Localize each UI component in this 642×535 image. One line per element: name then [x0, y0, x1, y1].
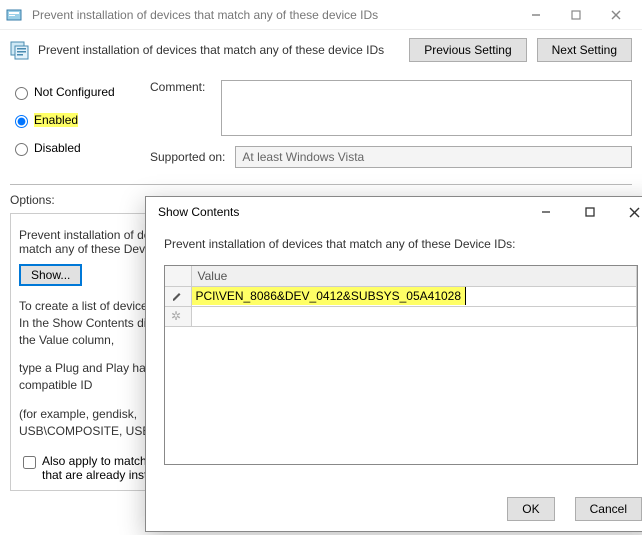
grid-cell-value-text: PCI\VEN_8086&DEV_0412&SUBSYS_05A41028 — [192, 287, 467, 305]
maximize-icon[interactable] — [556, 4, 596, 26]
grid-row-new[interactable]: ✲ — [165, 306, 637, 326]
radio-enabled[interactable]: Enabled — [10, 112, 150, 128]
grid-row[interactable]: PCI\VEN_8086&DEV_0412&SUBSYS_05A41028 — [165, 286, 637, 306]
row-marker-new-icon: ✲ — [165, 306, 191, 326]
previous-setting-button[interactable]: Previous Setting — [409, 38, 526, 62]
dialog-close-icon[interactable] — [612, 197, 642, 227]
policy-window-icon — [6, 7, 22, 23]
grid-cell-value[interactable]: PCI\VEN_8086&DEV_0412&SUBSYS_05A41028 — [191, 286, 637, 306]
supported-on-value: At least Windows Vista — [235, 146, 632, 168]
radio-label: Enabled — [34, 113, 78, 127]
radio-not-configured[interactable]: Not Configured — [10, 84, 150, 100]
dialog-minimize-icon[interactable] — [524, 197, 568, 227]
grid-corner — [165, 266, 191, 286]
ok-button[interactable]: OK — [507, 497, 554, 521]
row-marker-edit-icon — [165, 286, 191, 306]
policy-icon — [10, 40, 30, 60]
window-titlebar: Prevent installation of devices that mat… — [0, 0, 642, 30]
comment-label: Comment: — [150, 80, 215, 94]
policy-header: Prevent installation of devices that mat… — [0, 30, 642, 76]
window-title: Prevent installation of devices that mat… — [28, 8, 516, 22]
dialog-instruction: Prevent installation of devices that mat… — [164, 237, 638, 251]
dialog-maximize-icon[interactable] — [568, 197, 612, 227]
show-contents-dialog: Show Contents Prevent installation of de… — [145, 196, 642, 532]
supported-on-label: Supported on: — [150, 150, 235, 164]
comment-textbox[interactable] — [221, 80, 632, 136]
dialog-footer: OK Cancel — [146, 491, 642, 531]
cancel-button[interactable]: Cancel — [575, 497, 642, 521]
divider — [10, 184, 632, 185]
grid-header-value[interactable]: Value — [191, 266, 637, 286]
minimize-icon[interactable] — [516, 4, 556, 26]
grid-cell-value-empty[interactable] — [191, 306, 637, 326]
policy-title: Prevent installation of devices that mat… — [30, 43, 399, 57]
close-icon[interactable] — [596, 4, 636, 26]
radio-label: Not Configured — [34, 85, 115, 99]
radio-label: Disabled — [34, 141, 81, 155]
options-section-label: Options: — [10, 193, 65, 211]
value-grid[interactable]: Value PCI\VEN_8086&DEV_0412&SUBSYS_05A41… — [164, 265, 638, 465]
policy-body: Not Configured Enabled Disabled Comment:… — [0, 76, 642, 168]
dialog-title: Show Contents — [158, 205, 524, 219]
dialog-titlebar: Show Contents — [146, 197, 642, 227]
show-button[interactable]: Show... — [19, 264, 82, 286]
radio-disabled[interactable]: Disabled — [10, 140, 150, 156]
next-setting-button[interactable]: Next Setting — [537, 38, 632, 62]
